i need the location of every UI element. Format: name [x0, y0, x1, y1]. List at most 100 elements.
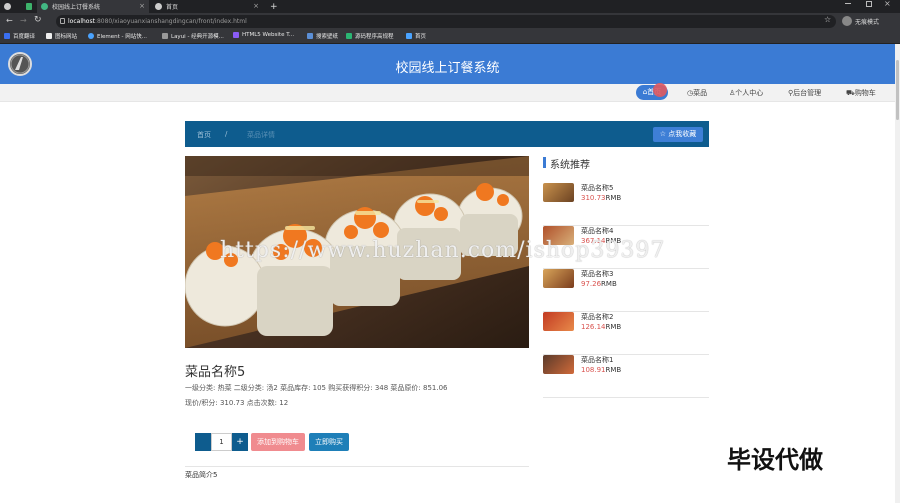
url-input[interactable]: localhost:8080/xiaoyuanxianshangdingcan/…: [56, 15, 836, 28]
bookmark-label: 搜索壁纸: [316, 34, 339, 40]
recommend-item-name: 菜品名称1: [581, 356, 614, 364]
tab-green[interactable]: [22, 0, 36, 13]
bookmark-label: 源码程序高规程: [355, 34, 394, 40]
bookmark-item[interactable]: 源码程序高规程: [346, 32, 394, 40]
tab-pinned[interactable]: [0, 0, 20, 13]
close-tab-icon[interactable]: ×: [253, 2, 259, 10]
bookmark-icon: [46, 33, 52, 39]
cart-icon: ⛟: [846, 89, 855, 97]
nav-cart[interactable]: ⛟购物车: [846, 88, 876, 98]
bookmark-label: 图标网站: [55, 34, 78, 40]
dish-info-line: 一级分类: 热菜 二级分类: 汤2 菜品库存: 105 购买获得积分: 348 …: [185, 384, 448, 392]
bookmark-item[interactable]: 百度翻译: [4, 32, 35, 40]
nav-dishes-label: 菜品: [693, 89, 708, 97]
nav-cart-label: 购物车: [854, 89, 876, 97]
recommend-item[interactable]: 菜品名称1 108.91RMB: [543, 355, 709, 398]
recommend-item-name: 菜品名称2: [581, 313, 614, 321]
restore-icon[interactable]: [866, 1, 872, 7]
bookmark-label: HTML5 Website T...: [242, 32, 295, 38]
browser-icon: [4, 3, 11, 10]
bookmark-item[interactable]: HTML5 Website T...: [233, 32, 294, 38]
dish-thumbnail: [543, 269, 574, 288]
dish-intro: 菜品简介5: [185, 471, 218, 479]
dish-thumbnail: [543, 312, 574, 331]
quantity-increase-button[interactable]: +: [232, 433, 248, 451]
divider: [185, 466, 529, 467]
nav-dishes[interactable]: ◷菜品: [687, 88, 707, 98]
close-tab-icon[interactable]: ×: [139, 2, 145, 10]
bookmark-icon: [4, 33, 10, 39]
recommend-item-name: 菜品名称5: [581, 184, 614, 192]
bookmark-item[interactable]: 图标网站: [46, 32, 77, 40]
bookmark-item[interactable]: 首页: [406, 32, 426, 40]
bookmark-icon: [162, 33, 168, 39]
recommend-title: 系统推荐: [550, 160, 590, 171]
bookmark-icon: [406, 33, 412, 39]
price-unit: RMB: [605, 323, 622, 331]
dish-thumbnail: [543, 183, 574, 202]
add-to-cart-button[interactable]: 添加到购物车: [251, 433, 305, 451]
price-unit: RMB: [601, 280, 617, 288]
star-icon[interactable]: ☆: [824, 15, 831, 24]
price-unit: RMB: [605, 194, 622, 202]
bookmark-icon: [233, 32, 239, 38]
nav-profile-label: 个人中心: [735, 89, 764, 97]
recommend-item-price: 97.26RMB: [581, 280, 617, 288]
incognito-icon: [842, 16, 852, 26]
globe-icon: [155, 3, 162, 10]
tab-current[interactable]: 校园线上订餐系统 ×: [37, 0, 149, 13]
vue-icon: [41, 3, 48, 10]
bookmark-label: Element - 网站快...: [97, 34, 147, 40]
minimize-icon[interactable]: [845, 3, 851, 4]
buy-now-button[interactable]: 立即购买: [309, 433, 349, 451]
url-path: :8080/xiaoyuanxianshangdingcan/front/ind…: [94, 18, 247, 25]
cursor-highlight: [653, 83, 667, 97]
recommend-item-price: 126.14RMB: [581, 323, 621, 331]
new-tab-button[interactable]: +: [266, 0, 278, 13]
recommend-item[interactable]: 菜品名称2 126.14RMB: [543, 312, 709, 355]
price-unit: RMB: [605, 366, 622, 374]
recommend-item-price: 108.91RMB: [581, 366, 621, 374]
close-window-icon[interactable]: ×: [884, 0, 891, 8]
dish-title: 菜品名称5: [185, 365, 246, 380]
address-bar-row: ← → ↻ localhost:8080/xiaoyuanxianshangdi…: [0, 13, 900, 30]
nav-profile[interactable]: ♙个人中心: [729, 88, 763, 98]
nav-admin[interactable]: ⚲后台管理: [788, 88, 821, 98]
scrollbar-thumb[interactable]: [896, 60, 899, 120]
recommend-item[interactable]: 菜品名称3 97.26RMB: [543, 269, 709, 312]
price-value: 310.73: [581, 194, 606, 202]
quantity-decrease-button[interactable]: [195, 433, 211, 451]
bookmark-icon: [346, 33, 352, 39]
tab-home[interactable]: 首页 ×: [151, 0, 263, 13]
breadcrumb-current: 菜品详情: [247, 131, 275, 139]
breadcrumb-separator: /: [225, 130, 228, 138]
dish-info-line: 现价/积分: 310.73 点击次数: 12: [185, 399, 289, 407]
dish-thumbnail: [543, 355, 574, 374]
recommend-item-price: 310.73RMB: [581, 194, 621, 202]
price-value: 97.26: [581, 280, 602, 288]
quantity-input[interactable]: 1: [211, 433, 232, 451]
tab-title: 校园线上订餐系统: [52, 4, 101, 11]
price-value: 108.91: [581, 366, 606, 374]
recommend-item[interactable]: 菜品名称5 310.73RMB: [543, 183, 709, 226]
recommend-accent: [543, 157, 546, 168]
favorite-button[interactable]: ☆ 点我收藏: [653, 127, 703, 142]
breadcrumb-home[interactable]: 首页: [197, 130, 211, 140]
site-title: 校园线上订餐系统: [395, 61, 500, 76]
bookmark-item[interactable]: 搜索壁纸: [307, 32, 338, 40]
bookmark-icon: [88, 33, 94, 39]
forward-icon[interactable]: →: [20, 16, 27, 25]
bookmark-label: 首页: [415, 34, 427, 40]
back-icon[interactable]: ←: [6, 16, 13, 25]
reload-icon[interactable]: ↻: [34, 15, 42, 25]
bookmark-item[interactable]: Layui - 经典开源模...: [162, 32, 224, 40]
url-host: localhost: [68, 18, 95, 25]
bookmark-icon: [307, 33, 313, 39]
bookmark-item[interactable]: Element - 网站快...: [88, 32, 147, 40]
info-icon[interactable]: [60, 18, 65, 24]
price-value: 126.14: [581, 323, 606, 331]
nav-admin-label: 后台管理: [793, 89, 822, 97]
tab-title: 首页: [166, 4, 179, 11]
recommend-item-name: 菜品名称3: [581, 270, 614, 278]
browser-tab-bar: 校园线上订餐系统 × 首页 × + ×: [0, 0, 900, 13]
